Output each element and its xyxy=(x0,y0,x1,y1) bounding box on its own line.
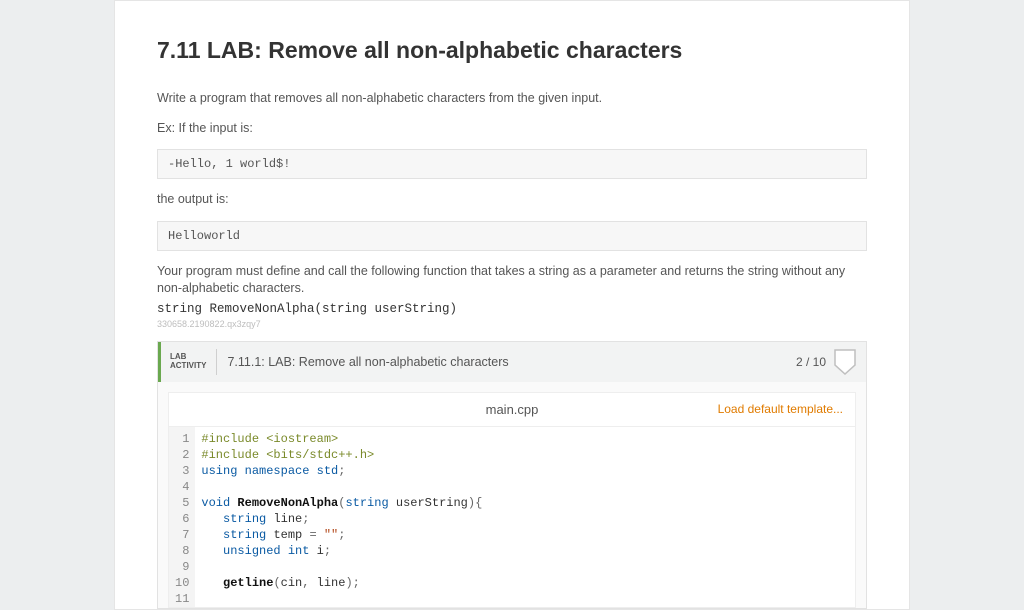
requirement-text: Your program must define and call the fo… xyxy=(157,263,867,298)
editor-header: main.cpp Load default template... xyxy=(169,393,855,427)
code-line[interactable]: string temp = ""; xyxy=(201,527,482,543)
intro-text: Write a program that removes all non-alp… xyxy=(157,90,867,108)
code-lines[interactable]: #include <iostream>#include <bits/stdc++… xyxy=(195,427,490,607)
example-output-label: the output is: xyxy=(157,191,867,209)
code-line[interactable] xyxy=(201,559,482,575)
code-line[interactable]: getline(cin, line); xyxy=(201,575,482,591)
line-number-gutter: 1234567891011 xyxy=(169,427,195,607)
code-editor[interactable]: main.cpp Load default template... 123456… xyxy=(168,392,856,608)
line-number: 6 xyxy=(175,511,189,527)
line-number: 11 xyxy=(175,591,189,607)
line-number: 9 xyxy=(175,559,189,575)
code-line[interactable]: unsigned int i; xyxy=(201,543,482,559)
line-number: 4 xyxy=(175,479,189,495)
line-number: 5 xyxy=(175,495,189,511)
code-line[interactable]: using namespace std; xyxy=(201,463,482,479)
page-card: 7.11 LAB: Remove all non-alphabetic char… xyxy=(114,0,910,610)
lab-score: 2 / 10 xyxy=(796,355,826,369)
line-number: 1 xyxy=(175,431,189,447)
page-title: 7.11 LAB: Remove all non-alphabetic char… xyxy=(157,37,867,64)
code-line[interactable]: string line; xyxy=(201,511,482,527)
line-number: 10 xyxy=(175,575,189,591)
lab-badge-line2: ACTIVITY xyxy=(170,362,206,371)
code-line[interactable]: #include <bits/stdc++.h> xyxy=(201,447,482,463)
line-number: 3 xyxy=(175,463,189,479)
code-line[interactable]: #include <iostream> xyxy=(201,431,482,447)
line-number: 2 xyxy=(175,447,189,463)
lab-badge: LAB ACTIVITY xyxy=(161,353,216,371)
shield-icon[interactable] xyxy=(834,349,856,375)
code-line[interactable] xyxy=(201,591,482,607)
load-default-template-link[interactable]: Load default template... xyxy=(718,402,855,416)
line-number: 7 xyxy=(175,527,189,543)
example-input-box: -Hello, 1 world$! xyxy=(157,149,867,179)
lab-activity-panel: LAB ACTIVITY 7.11.1: LAB: Remove all non… xyxy=(157,341,867,609)
example-input-label: Ex: If the input is: xyxy=(157,120,867,138)
lab-header: LAB ACTIVITY 7.11.1: LAB: Remove all non… xyxy=(158,342,866,382)
code-area[interactable]: 1234567891011 #include <iostream>#includ… xyxy=(169,427,855,607)
line-number: 8 xyxy=(175,543,189,559)
code-line[interactable] xyxy=(201,479,482,495)
code-line[interactable]: void RemoveNonAlpha(string userString){ xyxy=(201,495,482,511)
lab-title: 7.11.1: LAB: Remove all non-alphabetic c… xyxy=(217,355,796,369)
function-signature: string RemoveNonAlpha(string userString) xyxy=(157,302,867,316)
resource-id: 330658.2190822.qx3zqy7 xyxy=(157,319,867,329)
example-output-box: Helloworld xyxy=(157,221,867,251)
